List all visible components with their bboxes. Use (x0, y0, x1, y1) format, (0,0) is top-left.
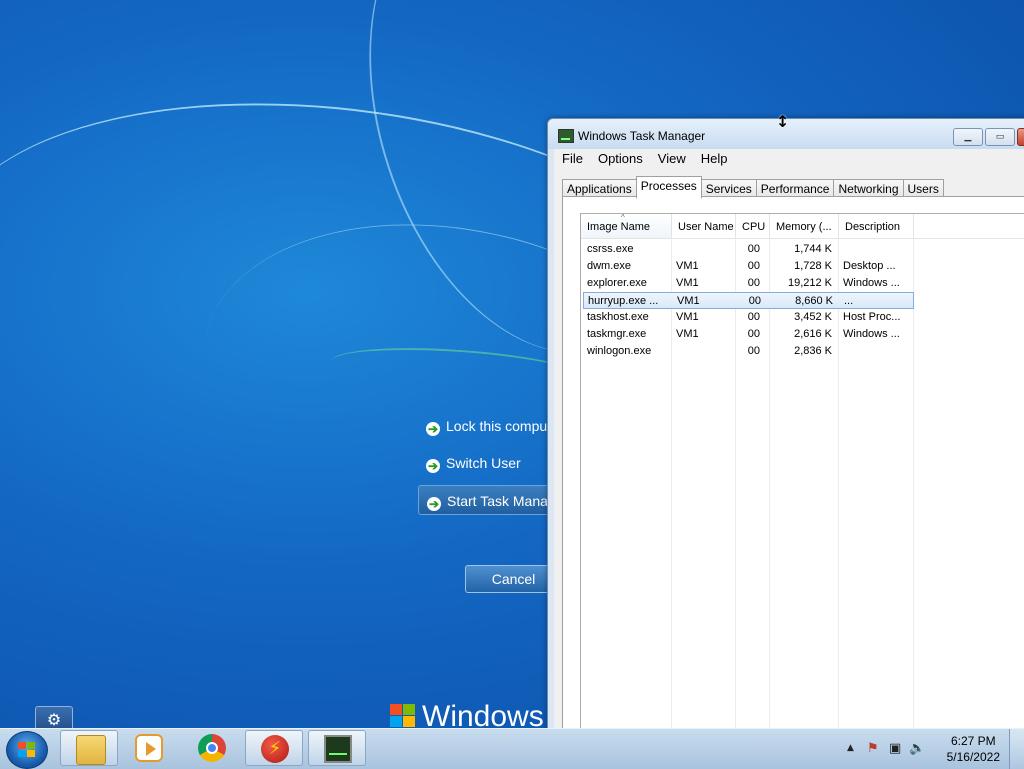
taskbar: ⚡ ▲ ⚑ ▣ 🔈 6:27 PM 5/16/2022 (0, 728, 1024, 769)
task-manager-icon (324, 735, 352, 763)
task-manager-icon (558, 129, 574, 143)
windows-flag-icon (18, 742, 36, 758)
system-tray: ▲ ⚑ ▣ 🔈 6:27 PM 5/16/2022 (839, 729, 1024, 769)
action-center-flag-icon[interactable]: ⚑ (867, 741, 879, 756)
folder-icon (76, 735, 106, 765)
user-name-cell: VM1 (676, 260, 699, 272)
description-cell: ... (844, 295, 854, 307)
column-header-description[interactable]: Description (839, 214, 914, 238)
description-cell: Desktop ... (843, 260, 896, 272)
tab-processes[interactable]: Processes (635, 176, 702, 199)
windows-flag-icon (390, 704, 416, 728)
cpu-cell: 00 (747, 345, 760, 357)
taskbar-media-player[interactable] (120, 730, 178, 766)
taskbar-bolt-app[interactable]: ⚡ (245, 730, 303, 766)
task-manager-window: Windows Task Manager ▁ ▭ ✕ FileOptionsVi… (547, 118, 1024, 740)
arrow-icon: ➔ (427, 497, 441, 511)
user-name-cell (676, 241, 736, 258)
table-row[interactable]: taskmgr.exe VM1 00 2,616 K Windows ... (583, 326, 914, 343)
user-name-cell: VM1 (677, 295, 700, 307)
process-name-cell: hurryup.exe ... (588, 295, 659, 307)
window-title: Windows Task Manager (578, 129, 706, 143)
show-hidden-icons-chevron[interactable]: ▲ (847, 743, 854, 753)
column-header-memory[interactable]: Memory (... (770, 214, 839, 238)
network-icon[interactable]: ▣ (889, 741, 901, 756)
ease-of-access-button[interactable]: ⚙ (35, 706, 73, 728)
clock-date: 5/16/2022 (946, 750, 1000, 764)
memory-cell: 2,616 K (794, 328, 832, 340)
lock-computer-label: Lock this computer (446, 418, 564, 434)
ease-of-access-icon: ⚙ (46, 710, 62, 728)
process-name-cell: taskmgr.exe (587, 328, 647, 340)
cpu-cell: 00 (747, 311, 760, 323)
maximize-button[interactable]: ▭ (985, 128, 1015, 146)
cpu-cell: 00 (747, 243, 760, 255)
close-button[interactable]: ✕ (1017, 128, 1024, 146)
task-manager-body: Applications Processes Services Performa… (554, 169, 1024, 739)
user-name-cell: VM1 (676, 311, 699, 323)
switch-user-label: Switch User (446, 455, 521, 471)
bolt-app-icon: ⚡ (261, 735, 289, 763)
description-cell: Windows ... (843, 277, 900, 289)
memory-cell: 3,452 K (794, 311, 832, 323)
cpu-cell: 00 (747, 328, 760, 340)
tab-strip: Applications Processes Services Performa… (562, 176, 944, 199)
memory-cell: 2,836 K (794, 345, 832, 357)
table-row[interactable]: hurryup.exe ... VM1 00 8,660 K... (583, 292, 914, 309)
clock-time: 6:27 PM (950, 734, 996, 748)
chrome-icon (198, 734, 226, 762)
menu-options[interactable]: Options (590, 149, 650, 166)
column-header-cpu[interactable]: CPU (736, 214, 770, 238)
menu-help[interactable]: Help (693, 149, 735, 166)
list-header: ^ Image Name User Name CPU Memory (... D… (581, 214, 1024, 239)
media-player-icon (135, 734, 163, 762)
process-name-cell: csrss.exe (587, 243, 634, 255)
processes-panel: ^ Image Name User Name CPU Memory (... D… (562, 196, 1024, 739)
taskbar-explorer[interactable] (60, 730, 118, 766)
description-cell: Windows ... (843, 328, 900, 340)
process-name-cell: explorer.exe (587, 277, 647, 289)
taskbar-chrome[interactable] (183, 730, 241, 766)
minimize-button[interactable]: ▁ (953, 128, 983, 146)
taskbar-task-manager[interactable] (308, 730, 366, 766)
cpu-cell: 00 (747, 277, 760, 289)
menu-view[interactable]: View (650, 149, 693, 166)
user-name-cell: VM1 (676, 277, 699, 289)
table-row[interactable]: dwm.exe VM1 00 1,728 K Desktop ... (583, 258, 914, 275)
table-row[interactable]: explorer.exe VM1 00 19,212 K Windows ... (583, 275, 914, 292)
user-name-cell (676, 343, 736, 360)
clock[interactable]: 6:27 PM 5/16/2022 (947, 733, 1000, 765)
memory-cell: 1,728 K (794, 260, 832, 272)
show-desktop-button[interactable] (1009, 729, 1024, 769)
process-list[interactable]: ^ Image Name User Name CPU Memory (... D… (580, 213, 1024, 738)
column-header-image-name[interactable]: ^ Image Name (581, 214, 672, 238)
start-button[interactable] (6, 731, 48, 769)
cpu-cell: 00 (748, 295, 761, 307)
sort-ascending-icon: ^ (621, 214, 625, 222)
cpu-cell: 00 (747, 260, 760, 272)
memory-cell: 1,744 K (794, 243, 832, 255)
arrow-icon: ➔ (426, 422, 440, 436)
description-cell: Host Proc... (843, 311, 901, 323)
menu-bar: File Options View Help (554, 149, 1024, 169)
table-row[interactable]: taskhost.exe VM1 00 3,452 K Host Proc... (583, 309, 914, 326)
memory-cell: 19,212 K (787, 277, 832, 289)
table-row[interactable]: winlogon.exe 00 2,836 K (583, 343, 914, 360)
description-cell (843, 343, 911, 360)
process-name-cell: winlogon.exe (587, 345, 652, 357)
user-name-cell: VM1 (676, 328, 699, 340)
memory-cell: 8,660 K (795, 295, 833, 307)
menu-file[interactable]: File (554, 149, 590, 166)
column-label: Image Name (587, 221, 650, 233)
volume-icon[interactable]: 🔈 (909, 741, 925, 756)
arrow-icon: ➔ (426, 459, 440, 473)
process-name-cell: dwm.exe (587, 260, 632, 272)
windows-brand-logo: Windows 7 (390, 700, 569, 728)
description-cell (843, 241, 911, 258)
column-header-user-name[interactable]: User Name (672, 214, 736, 238)
resize-cursor-icon: ↕ (776, 112, 790, 131)
table-row[interactable]: csrss.exe 00 1,744 K (583, 241, 914, 258)
process-name-cell: taskhost.exe (587, 311, 649, 323)
